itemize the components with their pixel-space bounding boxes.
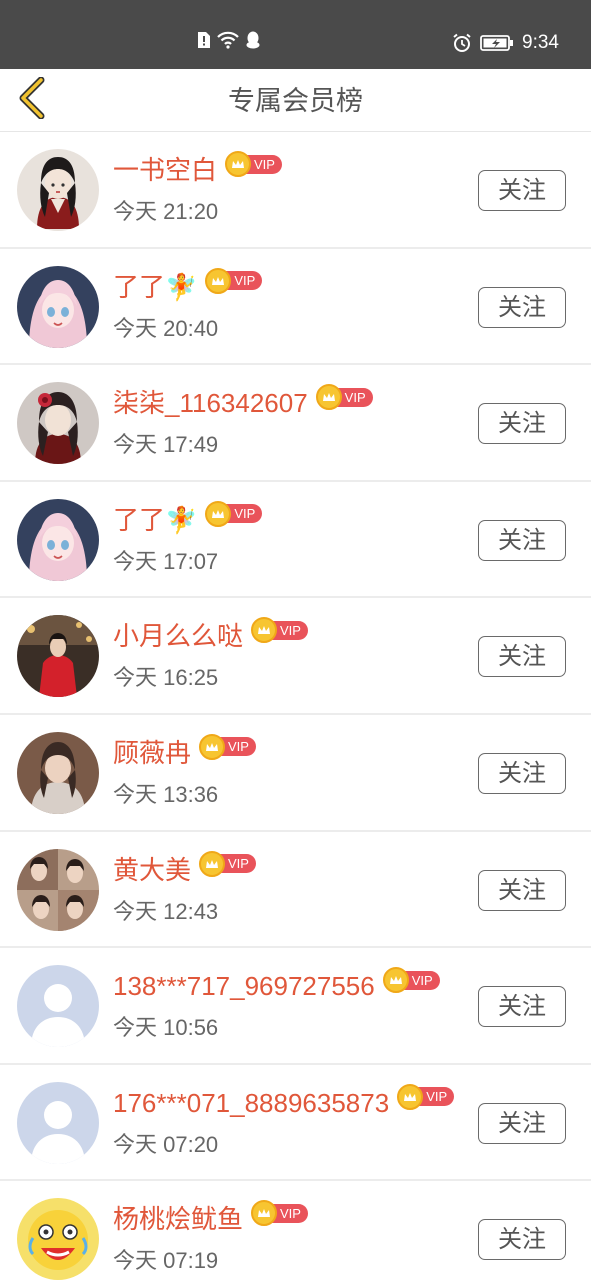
status-bar: 9:34	[0, 0, 591, 69]
follow-button[interactable]: 关注	[478, 403, 566, 445]
crown-icon	[199, 733, 226, 760]
list-item[interactable]: 一书空白 VIP 今天 21:20 关注	[0, 132, 591, 249]
crown-icon	[199, 850, 226, 877]
crown-icon	[382, 967, 409, 994]
status-icons-center	[196, 31, 261, 49]
follow-button[interactable]: 关注	[478, 1219, 566, 1261]
avatar[interactable]	[17, 382, 99, 465]
member-time: 今天 07:19	[113, 1248, 219, 1274]
avatar[interactable]	[17, 498, 99, 581]
crown-icon	[225, 151, 252, 177]
avatar[interactable]	[17, 848, 99, 931]
member-name[interactable]: 顾薇冉	[113, 737, 191, 769]
member-name[interactable]: 一书空白	[113, 154, 217, 186]
alarm-icon	[453, 33, 471, 52]
member-time: 今天 12:43	[113, 898, 219, 924]
member-name[interactable]: 杨桃烩鱿鱼	[113, 1203, 243, 1235]
vip-badge: VIP	[199, 733, 256, 760]
member-name[interactable]: 小月么么哒	[113, 620, 243, 652]
sim-alert-icon	[198, 32, 210, 48]
member-time: 今天 13:36	[113, 781, 219, 807]
follow-button[interactable]: 关注	[478, 286, 566, 328]
follow-button[interactable]: 关注	[478, 1102, 566, 1144]
follow-button[interactable]: 关注	[478, 986, 566, 1028]
crown-icon	[205, 267, 232, 294]
list-item[interactable]: 柒柒_116342607 VIP 今天 17:49 关注	[0, 365, 591, 482]
vip-badge: VIP	[397, 1083, 455, 1110]
member-time: 今天 17:49	[113, 432, 219, 458]
wifi-icon	[217, 31, 239, 49]
page-title: 专属会员榜	[228, 86, 363, 117]
member-time: 今天 16:25	[113, 665, 219, 691]
avatar[interactable]	[17, 1198, 99, 1280]
member-name[interactable]: 138***717_969727556	[113, 970, 375, 1002]
member-name[interactable]: 黄大美	[113, 854, 191, 886]
vip-badge: VIP	[315, 384, 373, 411]
vip-badge: VIP	[205, 500, 263, 527]
list-item[interactable]: 了了🧚 VIP 今天 17:07 关注	[0, 481, 591, 599]
crown-icon	[315, 384, 342, 411]
vip-badge: VIP	[251, 1200, 308, 1227]
member-name[interactable]: 了了🧚	[113, 504, 197, 536]
follow-button[interactable]: 关注	[478, 752, 566, 794]
avatar[interactable]	[17, 149, 99, 231]
member-name[interactable]: 176***071_8889635873	[113, 1087, 389, 1119]
avatar[interactable]	[17, 1081, 99, 1164]
list-item[interactable]: 138***717_969727556 VIP 今天 10:56 关注	[0, 948, 591, 1065]
follow-button[interactable]: 关注	[478, 869, 566, 911]
battery-icon	[480, 35, 514, 51]
qq-icon	[246, 31, 260, 49]
nav-bar: 专属会员榜	[0, 69, 591, 132]
list-item[interactable]: 176***071_8889635873 VIP 今天 07:20 关注	[0, 1064, 591, 1182]
list-item[interactable]: 黄大美 VIP 今天 12:43 关注	[0, 831, 591, 949]
follow-button[interactable]: 关注	[478, 170, 566, 211]
list-item[interactable]: 杨桃烩鱿鱼 VIP 今天 07:19 关注	[0, 1181, 591, 1280]
list-item[interactable]: 了了🧚 VIP 今天 20:40 关注	[0, 248, 591, 366]
member-time: 今天 17:07	[113, 548, 219, 574]
vip-badge: VIP	[225, 151, 282, 177]
follow-button[interactable]: 关注	[478, 636, 566, 678]
member-time: 今天 21:20	[113, 199, 219, 224]
list-item[interactable]: 小月么么哒 VIP 今天 16:25 关注	[0, 598, 591, 715]
crown-icon	[205, 500, 232, 527]
member-time: 今天 10:56	[113, 1015, 219, 1041]
crown-icon	[397, 1083, 424, 1110]
vip-badge: VIP	[205, 267, 263, 294]
vip-badge: VIP	[199, 850, 256, 877]
member-name[interactable]: 柒柒_116342607	[113, 387, 308, 419]
member-list: 一书空白 VIP 今天 21:20 关注 了了🧚 VIP 今天 20:40 关注	[0, 132, 591, 1280]
status-time: 9:34	[522, 32, 559, 53]
member-name[interactable]: 了了🧚	[113, 271, 197, 303]
avatar[interactable]	[17, 265, 99, 348]
vip-badge: VIP	[382, 967, 440, 994]
avatar[interactable]	[17, 731, 99, 814]
avatar[interactable]	[17, 965, 99, 1048]
avatar[interactable]	[17, 615, 99, 698]
list-item[interactable]: 顾薇冉 VIP 今天 13:36 关注	[0, 714, 591, 832]
status-icons-right: 9:34	[452, 31, 559, 55]
follow-button[interactable]: 关注	[478, 519, 566, 561]
member-time: 今天 07:20	[113, 1131, 219, 1157]
member-time: 今天 20:40	[113, 315, 219, 341]
vip-badge: VIP	[251, 617, 308, 644]
